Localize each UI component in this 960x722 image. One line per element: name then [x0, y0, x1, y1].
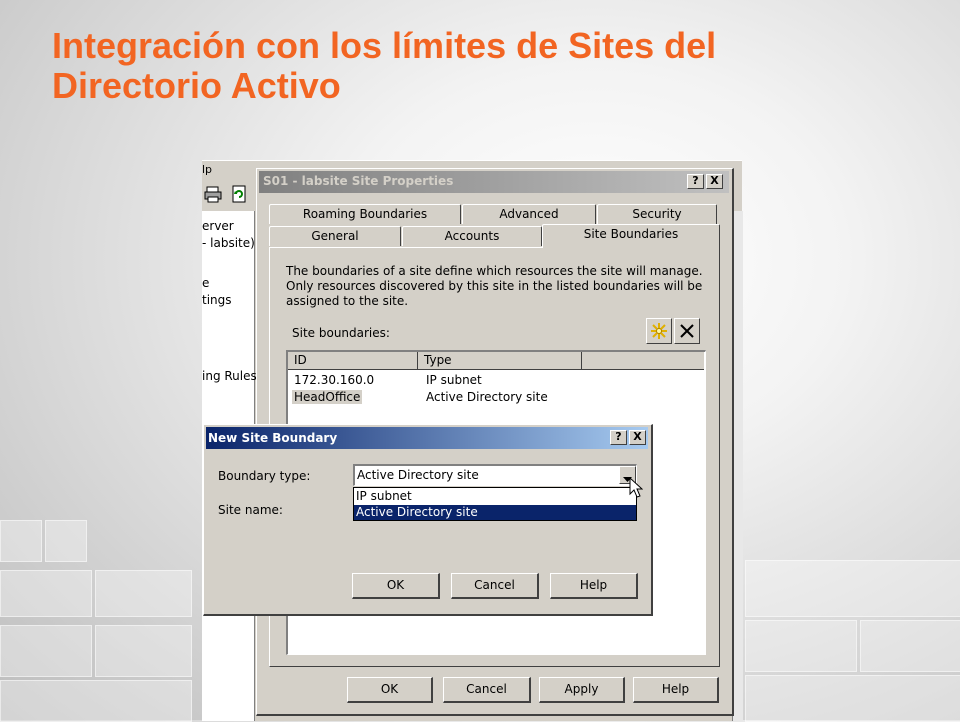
toolbar — [202, 183, 258, 207]
ok-button[interactable]: OK — [347, 677, 433, 703]
tab-security[interactable]: Security — [597, 204, 717, 224]
tab-general[interactable]: General — [269, 226, 401, 246]
tab-accounts[interactable]: Accounts — [402, 226, 542, 246]
background-tile — [0, 625, 92, 677]
row-type: Active Directory site — [426, 390, 548, 404]
column-header-empty[interactable] — [582, 352, 704, 370]
table-row[interactable]: HeadOffice Active Directory site — [292, 390, 692, 406]
help-title-button[interactable]: ? — [610, 430, 627, 445]
tree-item[interactable]: - labsite) — [202, 236, 255, 250]
row-id: 172.30.160.0 — [294, 373, 375, 387]
delete-boundary-button[interactable] — [674, 318, 700, 344]
dialog-title: New Site Boundary — [208, 431, 338, 445]
tree-item[interactable]: tings — [202, 293, 232, 307]
cancel-button[interactable]: Cancel — [443, 677, 531, 703]
background-tile — [95, 625, 192, 677]
help-button[interactable]: Help — [633, 677, 719, 703]
cancel-button[interactable]: Cancel — [451, 573, 539, 599]
background-tile — [745, 675, 960, 722]
help-title-button[interactable]: ? — [687, 174, 704, 189]
slide-title: Integración con los límites de Sites del… — [52, 26, 912, 106]
tree-item[interactable]: ing Rules — [202, 369, 257, 383]
dialog-titlebar[interactable]: S01 - labsite Site Properties ? X — [259, 171, 729, 193]
slide-title-line2: Directorio Activo — [52, 65, 341, 106]
tab-advanced[interactable]: Advanced — [462, 204, 596, 224]
tree-item[interactable]: erver — [202, 219, 234, 233]
close-title-button[interactable]: X — [629, 430, 646, 445]
menu-fragment[interactable]: lp — [202, 163, 212, 176]
apply-button[interactable]: Apply — [539, 677, 625, 703]
close-title-button[interactable]: X — [706, 174, 723, 189]
mouse-cursor-icon — [629, 476, 644, 502]
row-id: HeadOffice — [292, 390, 363, 404]
boundaries-description: The boundaries of a site define which re… — [286, 264, 703, 308]
new-icon — [650, 322, 668, 343]
dropdown-option-active-directory-site[interactable]: Active Directory site — [354, 505, 636, 520]
background-tile — [860, 620, 960, 672]
background-tile — [95, 570, 192, 617]
column-header-id[interactable]: ID — [288, 352, 418, 370]
dialog-titlebar[interactable]: New Site Boundary ? X — [206, 427, 648, 449]
boundary-type-label: Boundary type: — [218, 469, 311, 483]
print-icon[interactable] — [204, 185, 222, 203]
slide-title-line1: Integración con los límites de Sites del — [52, 25, 717, 66]
site-name-label: Site name: — [218, 503, 283, 517]
new-site-boundary-dialog: New Site Boundary ? X Boundary type: Sit… — [203, 424, 653, 616]
dialog-title: S01 - labsite Site Properties — [263, 174, 454, 188]
tab-site-boundaries[interactable]: Site Boundaries — [542, 224, 720, 248]
background-tile — [45, 520, 87, 562]
help-button[interactable]: Help — [550, 573, 638, 599]
background-tile — [0, 520, 42, 562]
table-row[interactable]: 172.30.160.0 IP subnet — [292, 373, 692, 389]
selected-value: Active Directory site — [357, 468, 479, 482]
tab-roaming-boundaries[interactable]: Roaming Boundaries — [269, 204, 461, 224]
ok-button[interactable]: OK — [352, 573, 440, 599]
boundary-type-select[interactable]: Active Directory site — [353, 464, 637, 486]
refresh-icon[interactable] — [230, 185, 248, 203]
column-header-type[interactable]: Type — [418, 352, 582, 370]
site-boundaries-label: Site boundaries: — [292, 326, 390, 340]
background-tile — [0, 680, 192, 722]
dropdown-list[interactable]: IP subnet Active Directory site — [353, 487, 637, 521]
tree-item[interactable]: e — [202, 276, 209, 290]
delete-icon — [679, 323, 695, 342]
background-tile — [745, 620, 857, 672]
background-tile — [745, 560, 960, 617]
dropdown-option-ip-subnet[interactable]: IP subnet — [356, 489, 634, 504]
row-type: IP subnet — [426, 373, 482, 387]
background-tile — [0, 570, 92, 617]
new-boundary-button[interactable] — [646, 318, 672, 344]
